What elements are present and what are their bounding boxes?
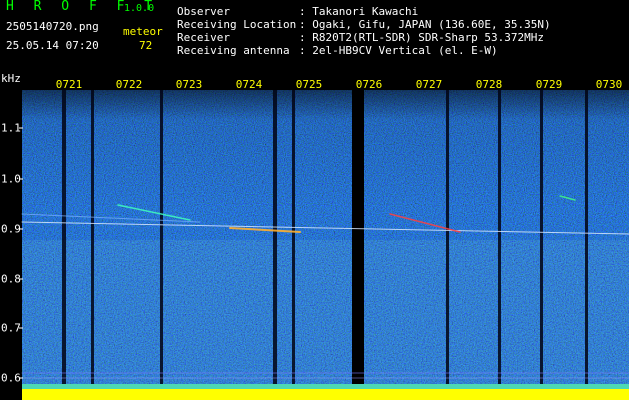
x-tick-label: 0721 <box>55 78 83 91</box>
dead-band <box>352 90 364 392</box>
x-tick-label: 0728 <box>475 78 503 91</box>
y-tick-label: 0.7 <box>1 321 21 335</box>
y-tick-label: 1.1 <box>1 121 21 135</box>
mode-label: meteor <box>123 25 163 38</box>
file-name: 2505140720.png <box>6 20 99 33</box>
meteor-count: 72 <box>139 39 153 52</box>
x-tick-label: 0730 <box>595 78 623 91</box>
x-tick-label: 0723 <box>175 78 203 91</box>
timestamp: 25.05.14 07:20 <box>6 39 99 52</box>
app-version: 1.0.0 <box>124 3 155 14</box>
x-tick-label: 0722 <box>115 78 143 91</box>
x-tick-label: 0729 <box>535 78 563 91</box>
info-values: : Takanori Kawachi : Ogaki, Gifu, JAPAN … <box>299 5 551 57</box>
x-axis-ticks: 0721 0722 0723 0724 0725 0726 0727 0728 … <box>0 78 629 92</box>
y-tick-label: 0.8 <box>1 272 21 286</box>
info-keys: Observer Receiving Location Receiver Rec… <box>177 5 297 57</box>
x-tick-label: 0724 <box>235 78 263 91</box>
y-tick-label: 0.9 <box>1 222 21 236</box>
x-tick-label: 0725 <box>295 78 323 91</box>
y-tick-label: 0.6 <box>1 371 21 385</box>
y-tick-label: 1.0 <box>1 172 21 186</box>
spectrogram <box>19 90 629 400</box>
x-tick-label: 0726 <box>355 78 383 91</box>
bottom-band <box>22 384 629 400</box>
x-tick-label: 0727 <box>415 78 443 91</box>
